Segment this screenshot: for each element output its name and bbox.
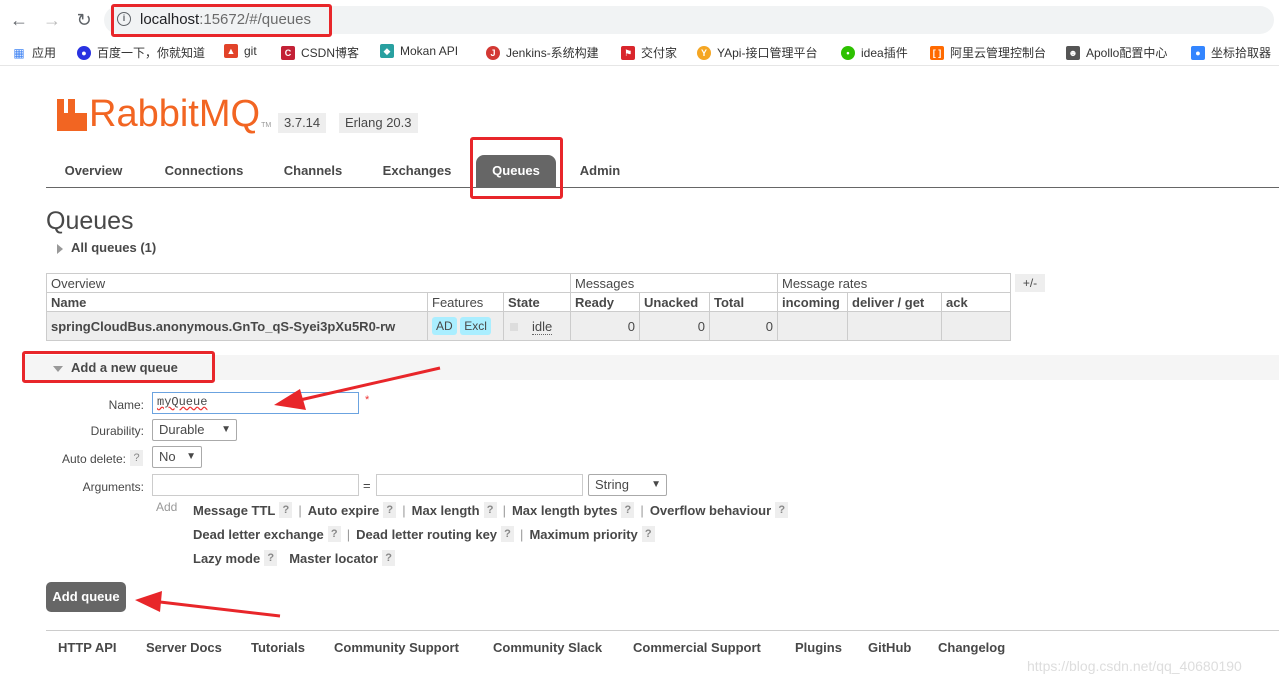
annotation-arrows bbox=[135, 366, 441, 618]
footer-http-api-link[interactable]: HTTP API bbox=[58, 640, 117, 655]
footer-plugins-link[interactable]: Plugins bbox=[795, 640, 842, 655]
footer-community-slack-link[interactable]: Community Slack bbox=[493, 640, 602, 655]
footer-tutorials-link[interactable]: Tutorials bbox=[251, 640, 305, 655]
watermark-text: https://blog.csdn.net/qq_40680190 bbox=[1027, 658, 1242, 674]
footer-github-link[interactable]: GitHub bbox=[868, 640, 911, 655]
footer-commercial-support-link[interactable]: Commercial Support bbox=[633, 640, 761, 655]
footer-community-support-link[interactable]: Community Support bbox=[334, 640, 459, 655]
footer-server-docs-link[interactable]: Server Docs bbox=[146, 640, 222, 655]
footer-changelog-link[interactable]: Changelog bbox=[938, 640, 1005, 655]
